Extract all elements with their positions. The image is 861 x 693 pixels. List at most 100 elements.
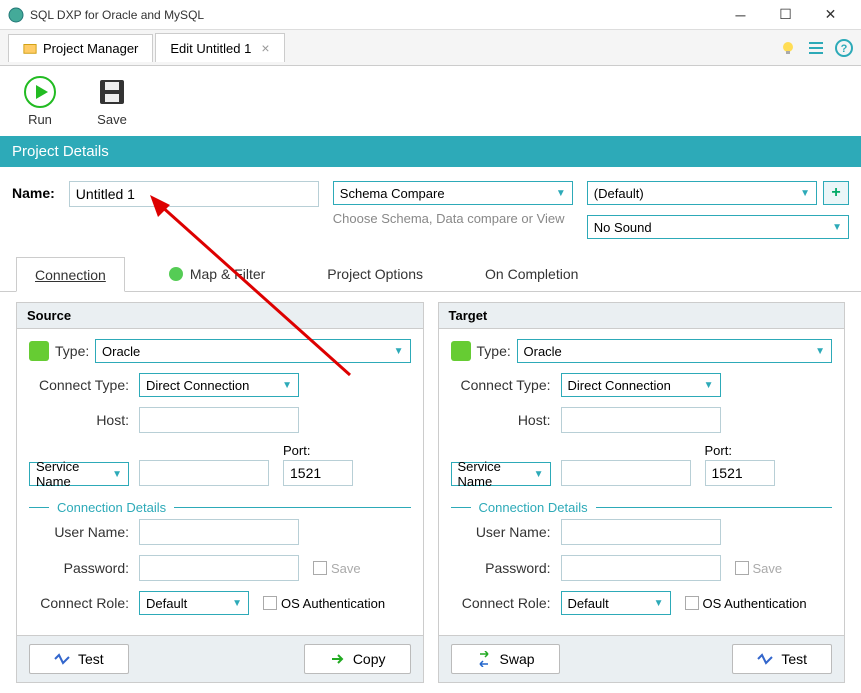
role-label: Connect Role: [451,595,561,611]
tab-connection[interactable]: Connection [16,257,125,292]
host-label: Host: [451,412,561,428]
source-test-button[interactable]: Test [29,644,129,674]
test-icon [757,651,773,667]
toolbar: Run Save [0,66,861,136]
chevron-down-icon: ▼ [832,222,842,233]
target-panel: Target Type: Oracle ▼ Connect Type: Dire… [438,302,846,683]
source-header: Source [17,303,423,329]
source-service-dropdown[interactable]: Service Name ▼ [29,462,129,486]
chevron-down-icon: ▼ [654,598,664,609]
type-label: Type: [477,343,517,359]
source-save-checkbox[interactable]: Save [313,561,361,576]
play-icon [24,76,56,108]
connect-type-label: Connect Type: [451,377,561,393]
target-host-input[interactable] [561,407,721,433]
run-button[interactable]: Run [24,76,56,127]
chevron-down-icon: ▼ [800,188,810,199]
copy-icon [329,651,345,667]
lightbulb-icon[interactable] [779,39,797,57]
tab-edit-untitled[interactable]: Edit Untitled 1 × [155,33,284,62]
chevron-down-icon: ▼ [282,380,292,391]
compare-type-value: Schema Compare [340,186,445,201]
compare-helper-text: Choose Schema, Data compare or View [333,211,573,226]
password-label: Password: [29,560,139,576]
tab-label: Edit Untitled 1 [170,41,251,56]
role-label: Connect Role: [29,595,139,611]
target-save-checkbox[interactable]: Save [735,561,783,576]
profile-dropdown[interactable]: (Default) ▼ [587,181,817,205]
name-label: Name: [12,185,55,201]
target-service-dropdown[interactable]: Service Name ▼ [451,462,551,486]
target-connect-type-dropdown[interactable]: Direct Connection ▼ [561,373,721,397]
close-tab-icon[interactable]: × [261,40,269,56]
port-label: Port: [705,443,775,458]
source-connect-type-dropdown[interactable]: Direct Connection ▼ [139,373,299,397]
connect-type-label: Connect Type: [29,377,139,393]
port-label: Port: [283,443,353,458]
source-password-input[interactable] [139,555,299,581]
chevron-down-icon: ▼ [112,469,122,480]
source-username-input[interactable] [139,519,299,545]
test-icon [54,651,70,667]
target-username-input[interactable] [561,519,721,545]
close-button[interactable]: ✕ [808,1,853,29]
password-label: Password: [451,560,561,576]
chevron-down-icon: ▼ [232,598,242,609]
chevron-down-icon: ▼ [534,469,544,480]
sound-dropdown[interactable]: No Sound ▼ [587,215,849,239]
tab-label: Project Manager [43,41,138,56]
chevron-down-icon: ▼ [704,380,714,391]
target-type-dropdown[interactable]: Oracle ▼ [517,339,833,363]
target-header: Target [439,303,845,329]
sound-value: No Sound [594,220,652,235]
save-icon [96,76,128,108]
save-button[interactable]: Save [96,76,128,127]
database-icon [29,341,49,361]
tab-project-options[interactable]: Project Options [308,257,442,291]
project-details-header: Project Details [0,136,861,167]
user-label: User Name: [451,524,561,540]
target-password-input[interactable] [561,555,721,581]
target-role-dropdown[interactable]: Default ▼ [561,591,671,615]
source-host-input[interactable] [139,407,299,433]
profile-value: (Default) [594,186,644,201]
connection-details-group: Connection Details [29,496,411,519]
database-icon [451,341,471,361]
source-os-auth-checkbox[interactable]: OS Authentication [263,596,385,611]
chevron-down-icon: ▼ [394,346,404,357]
maximize-button[interactable]: ☐ [763,1,808,29]
tab-project-manager[interactable]: Project Manager [8,34,153,62]
target-test-button[interactable]: Test [732,644,832,674]
app-icon [8,7,24,23]
save-label: Save [97,112,127,127]
window-title: SQL DXP for Oracle and MySQL [30,8,718,22]
source-panel: Source Type: Oracle ▼ Connect Type: Dire… [16,302,424,683]
chevron-down-icon: ▼ [556,188,566,199]
target-service-input[interactable] [561,460,691,486]
document-tabs: Project Manager Edit Untitled 1 × ? [0,30,861,66]
target-port-input[interactable] [705,460,775,486]
source-role-dropdown[interactable]: Default ▼ [139,591,249,615]
name-input[interactable] [69,181,319,207]
help-icon[interactable]: ? [835,39,853,57]
run-label: Run [28,112,52,127]
copy-button[interactable]: Copy [304,644,411,674]
swap-button[interactable]: Swap [451,644,560,674]
host-label: Host: [29,412,139,428]
minimize-button[interactable]: ─ [718,1,763,29]
filter-icon [168,266,184,282]
tab-on-completion[interactable]: On Completion [466,257,597,291]
menu-icon[interactable] [807,39,825,57]
source-service-input[interactable] [139,460,269,486]
type-label: Type: [55,343,95,359]
add-profile-button[interactable]: + [823,181,849,205]
source-type-dropdown[interactable]: Oracle ▼ [95,339,411,363]
connection-details-group: Connection Details [451,496,833,519]
user-label: User Name: [29,524,139,540]
source-port-input[interactable] [283,460,353,486]
compare-type-dropdown[interactable]: Schema Compare ▼ [333,181,573,205]
project-details-row: Name: Schema Compare ▼ Choose Schema, Da… [0,167,861,253]
tab-map-filter[interactable]: Map & Filter [149,257,284,291]
target-os-auth-checkbox[interactable]: OS Authentication [685,596,807,611]
swap-icon [476,651,492,667]
